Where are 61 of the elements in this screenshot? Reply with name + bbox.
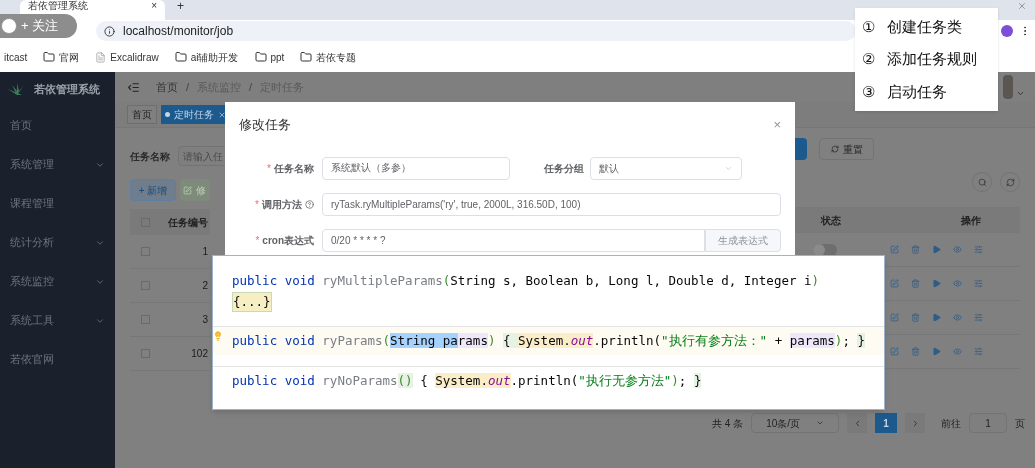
step-item: ① 创建任务类 (862, 16, 963, 37)
page-suffix: 页 (1015, 416, 1026, 431)
code-line: public void ryMultipleParams(String s, Boolean b, Long l, Double d, Integer i) (232, 272, 821, 290)
bookmark[interactable]: ai辅助开发 (174, 49, 239, 65)
field-label: 调用方法 (262, 197, 302, 212)
app-title: 若依管理系统 (34, 81, 100, 97)
folded-code[interactable]: {...} (232, 292, 272, 312)
table-cell-text: 102 (191, 347, 208, 361)
bookmark[interactable]: 官网 (43, 49, 80, 65)
input-field[interactable]: 系统默认（多参） (322, 156, 510, 180)
bookmark[interactable]: 若依专题 (300, 49, 357, 65)
step-item: ② 添加任务规则 (862, 49, 978, 70)
total-count: 共 4 条 (712, 416, 744, 431)
sidebar-item[interactable]: 统计分析 (0, 223, 115, 262)
field-label: 任务名称 (130, 149, 170, 164)
required-mark: * (255, 197, 259, 212)
table-cell-text: 1 (202, 245, 208, 259)
dialog-title: 修改任务 (239, 116, 291, 134)
bookmark[interactable]: itcast (4, 49, 28, 65)
new-tab-button[interactable]: + (177, 0, 184, 12)
bookmark[interactable]: Excalidraw (95, 49, 159, 65)
sidebar-item[interactable]: 系统监控 (0, 262, 115, 301)
page-size-select[interactable]: 10条/页 (751, 413, 840, 433)
tab-close-button[interactable]: × (151, 0, 157, 11)
field-label: 任务分组 (544, 161, 584, 176)
browser-tab[interactable]: 若依管理系统 × (20, 0, 165, 20)
input-field[interactable]: ryTask.ryMultipleParams('ry', true, 2000L, 316.50D, 100) (322, 192, 781, 216)
step-item: ③ 启动任务 (862, 81, 948, 102)
add-button[interactable]: + 新增 (130, 179, 177, 201)
follow-badge[interactable]: + 关注 (0, 14, 77, 38)
sidebar-item[interactable]: 若依官网 (0, 340, 115, 379)
page-input[interactable]: 1 (969, 413, 1008, 433)
field-label: cron表达式 (262, 233, 314, 248)
edit-button[interactable]: 修 (180, 179, 210, 201)
code-line: public void ryNoParams() { System.out.println("执行无参方法"); } (232, 372, 703, 390)
column-header: 任务编号 (168, 215, 208, 230)
column-header: 操作 (961, 213, 981, 228)
reset-button[interactable]: 重置 (819, 138, 874, 160)
breadcrumb-separator: / (186, 79, 190, 95)
sidebar-item[interactable]: 课程管理 (0, 184, 115, 223)
url-field[interactable]: localhost/monitor/job (123, 22, 234, 40)
page-tag[interactable]: 首页 (127, 105, 157, 124)
page-button[interactable]: 1 (875, 413, 898, 433)
breadcrumb-item[interactable]: 首页 (156, 78, 178, 96)
sidebar-item[interactable]: 首页 (0, 106, 115, 145)
required-mark: * (255, 233, 260, 248)
input-field[interactable]: 0/20 * * * * ? (322, 228, 705, 252)
table-cell-text: 3 (202, 313, 208, 327)
field-label: 任务名称 (274, 161, 314, 176)
bookmark[interactable]: ppt (254, 49, 285, 65)
table-cell-text: 2 (202, 279, 208, 293)
code-line: public void ryParams(String pa rams) { System.out.println("执行有参方法：" + params); } (232, 332, 866, 350)
breadcrumb-separator: / (249, 79, 253, 95)
close-button[interactable]: × (773, 118, 781, 132)
generate-button[interactable]: 生成表达式 (705, 228, 781, 252)
required-mark: * (267, 161, 271, 176)
column-header: 状态 (821, 213, 841, 228)
group-select[interactable]: 默认 (590, 156, 742, 180)
goto-label: 前往 (941, 416, 962, 431)
sidebar-item[interactable]: 系统工具 (0, 301, 115, 340)
sidebar-item[interactable]: 系统管理 (0, 145, 115, 184)
